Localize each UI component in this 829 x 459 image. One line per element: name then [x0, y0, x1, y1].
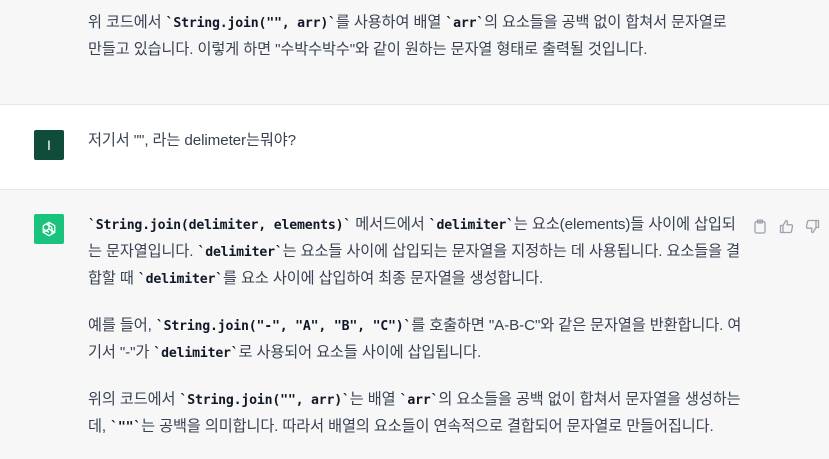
copy-button[interactable] [752, 218, 768, 234]
assistant-previous-line-1: 위 코드에서 `String.join("", arr)`를 사용하여 배열 `… [88, 10, 743, 37]
inline-code: `String.join("-", "A", "B", "C")` [155, 319, 412, 334]
thumbs-up-icon [779, 219, 793, 233]
assistant-paragraph-2: 예를 들어, `String.join("-", "A", "B", "C")`… [88, 313, 743, 367]
assistant-message-previous: 위 코드에서 `String.join("", arr)`를 사용하여 배열 `… [0, 0, 829, 104]
text-segment: 위 코드에서 [88, 14, 166, 31]
inline-code: `arr` [399, 393, 439, 408]
assistant-paragraph-3: 위의 코드에서 `String.join("", arr)`는 배열 `arr`… [88, 387, 743, 441]
assistant-previous-text: 위 코드에서 `String.join("", arr)`를 사용하여 배열 `… [88, 10, 743, 63]
text-segment: 는 공백을 의미합니다. 따라서 배열의 요소들이 연속적으로 결합되어 문자열… [141, 418, 714, 435]
assistant-avatar [34, 214, 64, 244]
thumbs-up-button[interactable] [778, 218, 794, 234]
text-segment: 위의 코드에서 [88, 391, 180, 408]
user-message-text: 저기서 "", 라는 delimeter는뭐야? [88, 132, 296, 149]
thumbs-down-button[interactable] [804, 218, 820, 234]
inline-code: `delimiter` [153, 346, 239, 361]
assistant-previous-line-2: 만들고 있습니다. 이렇게 하면 "수박수박수"와 같이 원하는 문자열 형태로… [88, 41, 648, 58]
text-segment: 는 배열 [349, 391, 400, 408]
message-actions [752, 218, 820, 234]
user-avatar-letter: I [47, 137, 51, 153]
inline-code: `arr` [445, 16, 485, 31]
text-segment: 메서드에서 [351, 216, 429, 233]
inline-code: `delimiter` [137, 272, 223, 287]
text-segment: 의 요소들을 공백 없이 합쳐서 문자열로 [484, 14, 727, 31]
text-segment: 로 사용되어 요소들 사이에 삽입됩니다. [238, 344, 482, 361]
inline-code: `delimiter` [197, 245, 283, 260]
openai-logo-icon [42, 221, 56, 237]
inline-code: `String.join(delimiter, elements)` [88, 218, 352, 233]
text-segment: 를 요소 사이에 삽입하여 최종 문자열을 생성합니다. [223, 270, 544, 287]
text-segment: 예를 들어, [88, 317, 156, 334]
chat-thread: 위 코드에서 `String.join("", arr)`를 사용하여 배열 `… [0, 0, 829, 459]
inline-code: `""` [110, 420, 142, 435]
assistant-paragraph-1: `String.join(delimiter, elements)` 메서드에서… [88, 212, 743, 293]
user-avatar: I [34, 130, 64, 160]
text-segment: 를 사용하여 배열 [335, 14, 446, 31]
clipboard-icon [754, 218, 766, 234]
inline-code: `delimiter` [428, 218, 514, 233]
assistant-message-text: `String.join(delimiter, elements)` 메서드에서… [88, 212, 743, 441]
inline-code: `String.join("", arr)` [165, 16, 336, 31]
thumbs-down-icon [805, 219, 819, 233]
inline-code: `String.join("", arr)` [179, 393, 350, 408]
